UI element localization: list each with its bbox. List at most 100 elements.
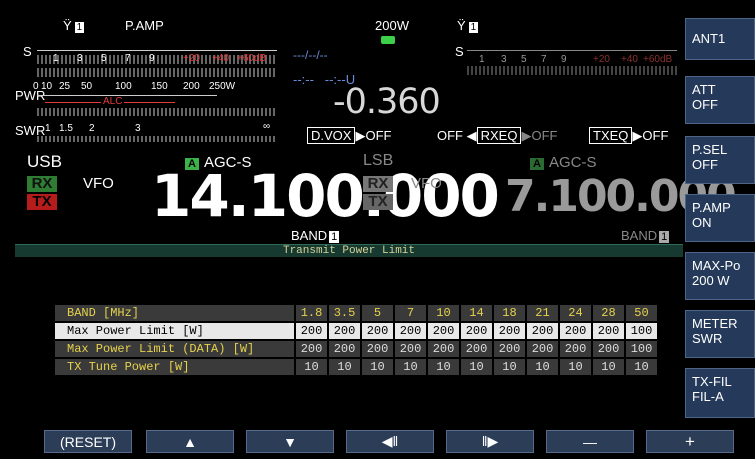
band-cell: 24 [560,305,591,321]
left-arrow-icon[interactable]: ◀‖ [346,430,434,453]
dialog-title: Transmit Power Limit [15,245,683,257]
band-cell: 21 [527,305,558,321]
plus-button[interactable]: + [646,430,734,453]
value-cell[interactable]: 200 [593,341,624,357]
psel-button[interactable]: P.SEL OFF [685,136,755,184]
value-cell[interactable]: 10 [494,359,525,375]
s-meter-right-line [467,50,677,51]
value-cell[interactable]: 200 [296,341,327,357]
value-cell[interactable]: 200 [527,323,558,339]
swr-scale-3: 3 [135,123,141,134]
alc-meter-bar [37,108,277,116]
band-cell: 14 [461,305,492,321]
value-cell[interactable]: 200 [494,323,525,339]
tx-fil-button[interactable]: TX-FIL FIL-A [685,368,755,418]
value-cell[interactable]: 10 [560,359,591,375]
sub-rx-indicator: RX [363,176,393,192]
value-cell[interactable]: 10 [296,359,327,375]
main-rx-indicator: RX [27,176,57,192]
table-row[interactable]: TX Tune Power [W] 10 10 10 10 10 10 10 1… [55,359,657,375]
value-cell[interactable]: 10 [527,359,558,375]
rxeq-label: RXEQ [476,127,522,144]
power-status: 200W [375,18,409,33]
s-right-scale-1: 1 [479,54,485,65]
s-right-scale-9: 9 [561,54,567,65]
sub-band: BAND 1 [621,228,670,243]
reset-button[interactable]: (RESET) [44,430,132,453]
value-cell[interactable]: 10 [395,359,426,375]
value-cell[interactable]: 200 [527,341,558,357]
down-arrow-icon[interactable]: ▼ [246,430,334,453]
sub-band-label: BAND [621,228,658,243]
value-cell[interactable]: 10 [329,359,360,375]
value-cell[interactable]: 200 [560,341,591,357]
value-cell[interactable]: 200 [296,323,327,339]
s-meter-line [37,50,277,51]
s-meter-label: S [23,44,32,59]
sub-vfo-label: VFO [411,175,442,192]
table-row[interactable]: Max Power Limit (DATA) [W] 200 200 200 2… [55,341,657,357]
value-cell[interactable]: 200 [329,341,360,357]
value-cell[interactable]: 10 [593,359,624,375]
value-cell[interactable]: 200 [593,323,624,339]
s-right-scale-5: 5 [521,54,527,65]
sub-mode: LSB [363,152,394,169]
value-cell[interactable]: 200 [428,323,459,339]
function-key-column: ANT1 ATT OFF P.SEL OFF P.AMP ON MAX-Po 2… [685,10,755,425]
max-po-button[interactable]: MAX-Po 200 W [685,252,755,300]
value-cell[interactable]: 200 [395,323,426,339]
value-cell[interactable]: 200 [560,323,591,339]
value-cell[interactable]: 10 [626,359,657,375]
sub-tx-indicator: TX [363,194,393,210]
value-cell[interactable]: 200 [494,341,525,357]
bottom-key-row: (RESET) ▲ ▼ ◀‖ ‖▶ — + [0,427,755,459]
value-cell[interactable]: 200 [362,323,393,339]
main-frequency[interactable]: 14.100.000 [151,166,500,226]
value-cell[interactable]: 200 [395,341,426,357]
date-display: ---/--/-- [293,48,328,62]
dvox-label: D.VOX [307,127,356,144]
right-arrow-icon[interactable]: ‖▶ [446,430,534,453]
up-arrow-icon[interactable]: ▲ [146,430,234,453]
band-cell: 1.8 [296,305,327,321]
value-cell[interactable]: 100 [626,341,657,357]
value-cell[interactable]: 200 [461,341,492,357]
s-scale-9: 9 [149,53,155,64]
s-scale-40: +40 [212,53,229,64]
value-cell[interactable]: 200 [329,323,360,339]
power-limit-table: BAND [MHz] 1.8 3.5 5 7 10 14 18 21 24 28… [53,303,659,377]
value-cell[interactable]: 10 [362,359,393,375]
txeq-label: TXEQ [589,127,633,144]
minus-button[interactable]: — [546,430,634,453]
s-meter-right-label: S [455,44,464,59]
ant1-button[interactable]: ANT1 [685,18,755,60]
swr-scale-inf: ∞ [263,121,271,132]
band-cell: 5 [362,305,393,321]
sub-band-num: 1 [659,231,670,243]
value-cell[interactable]: 200 [428,341,459,357]
value-cell[interactable]: 200 [362,341,393,357]
meter-button[interactable]: METER SWR [685,310,755,358]
s-meter-right-bar [467,66,677,75]
pamp-button[interactable]: P.AMP ON [685,194,755,242]
header-label: BAND [MHz] [55,305,294,321]
swr-scale-1-5: 1.5 [59,123,73,134]
pwr-scale-200: 200 [183,81,200,92]
s-scale-60: +60dB [237,53,267,64]
att-button[interactable]: ATT OFF [685,76,755,124]
value-cell[interactable]: 10 [428,359,459,375]
band-cell: 10 [428,305,459,321]
value-cell-selected[interactable]: 100 [626,323,657,339]
main-mode: USB [27,152,62,171]
pwr-scale-100: 100 [115,81,132,92]
value-cell[interactable]: 10 [461,359,492,375]
dvox-state: ▶OFF [355,128,392,143]
value-cell[interactable]: 200 [461,323,492,339]
main-tx-indicator: TX [27,194,57,210]
rxeq-control[interactable]: OFF ◀ RXEQ ▶OFF [437,127,557,144]
band-cell: 28 [593,305,624,321]
rxeq-state: ▶OFF [521,128,558,143]
txeq-control[interactable]: TXEQ ▶OFF [589,127,668,144]
dvox-control[interactable]: D.VOX ▶OFF [307,127,391,144]
table-row[interactable]: Max Power Limit [W] 200 200 200 200 200 … [55,323,657,339]
